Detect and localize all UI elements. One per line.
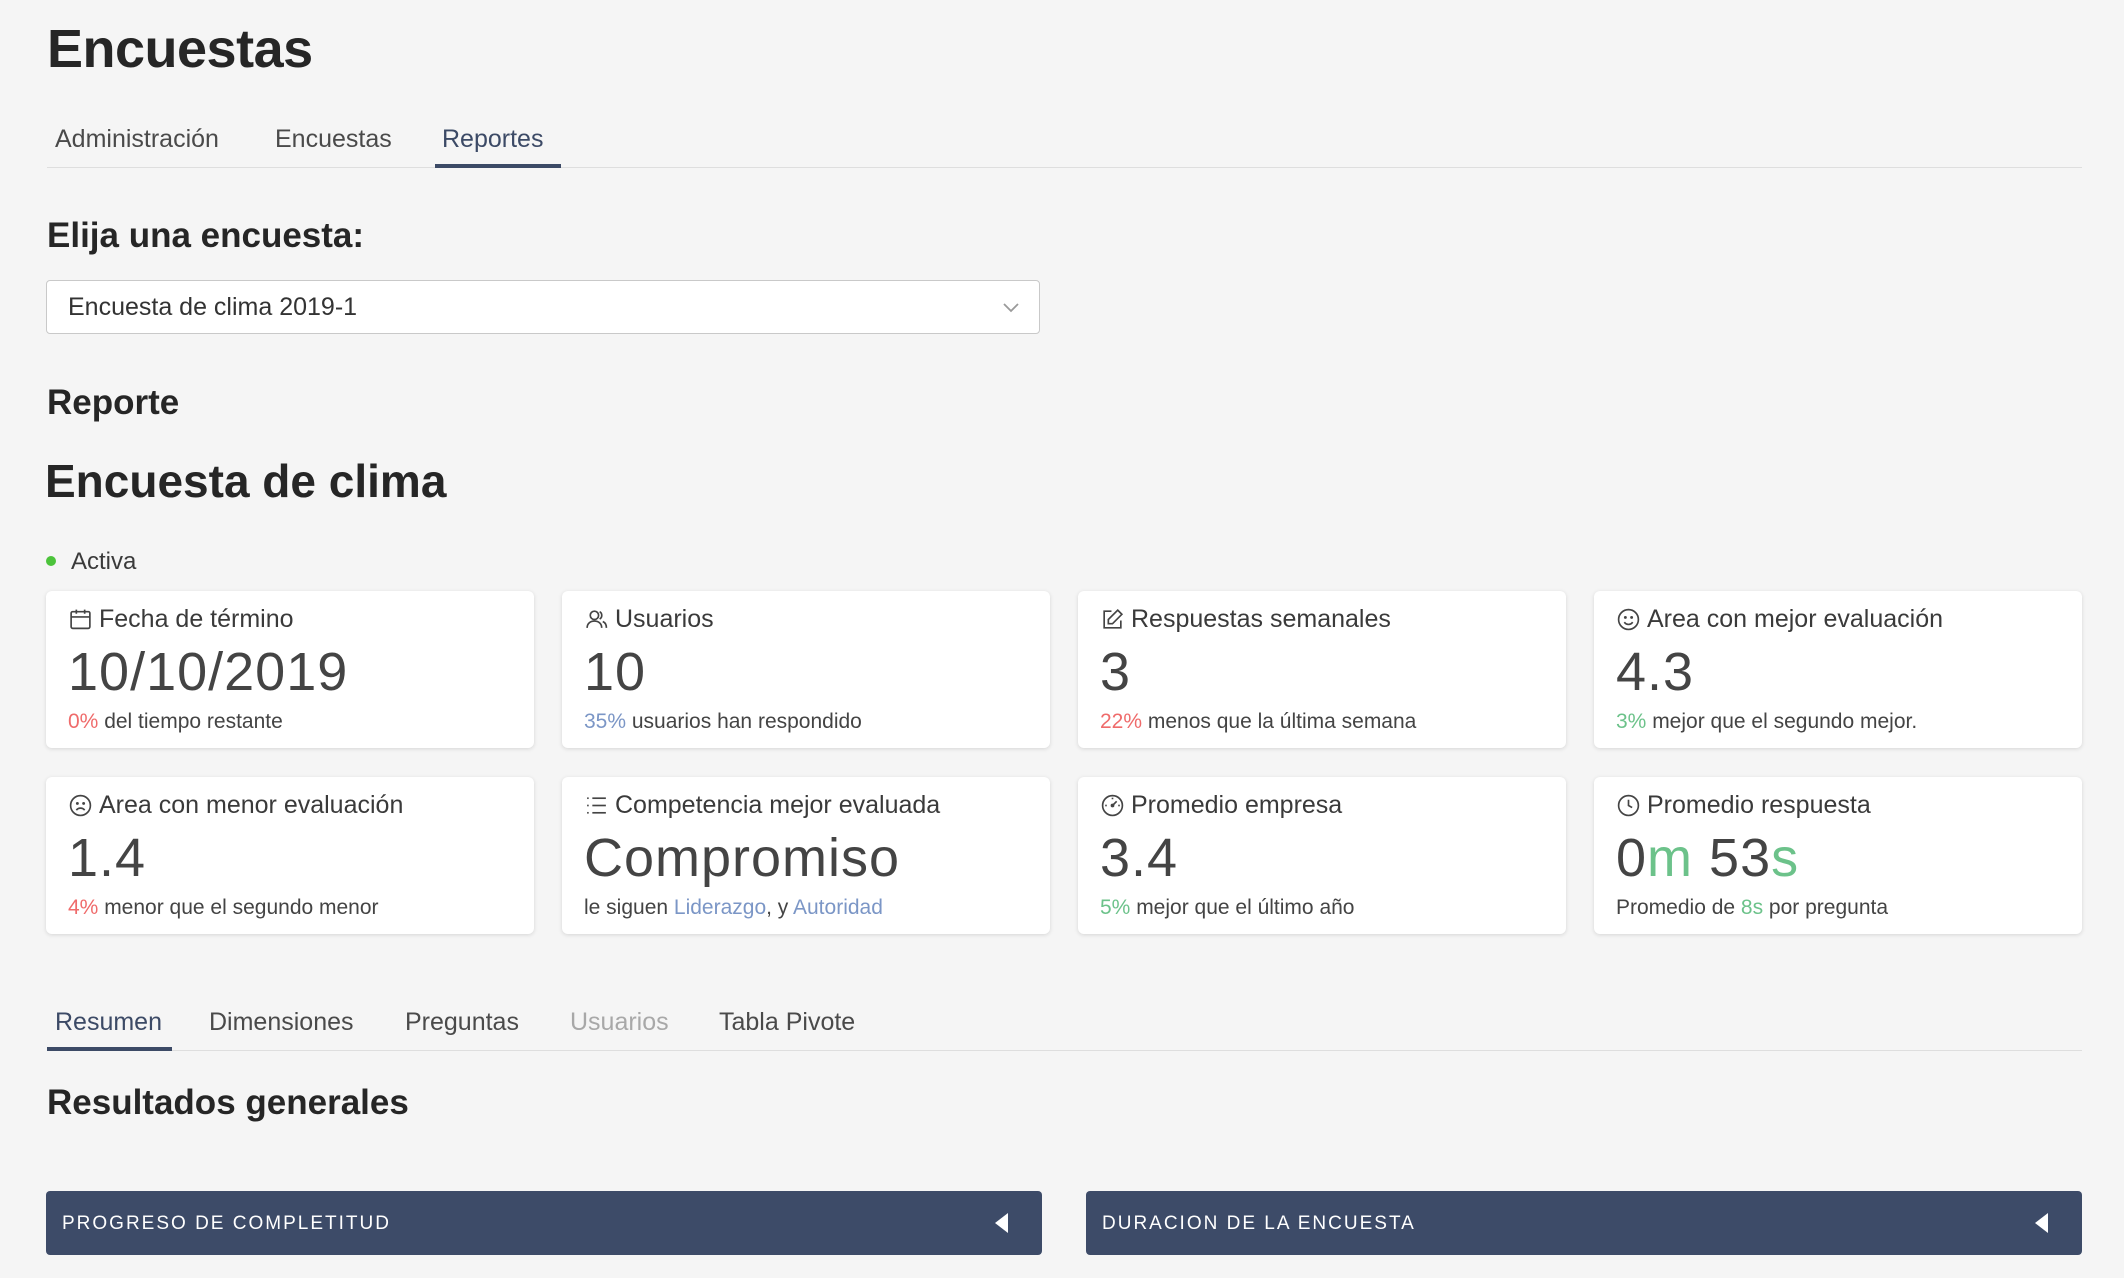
card-value: 3.4 — [1100, 828, 1179, 888]
card-title: Competencia mejor evaluada — [615, 791, 941, 819]
tab-tabla-pivote[interactable]: Tabla Pivote — [711, 1008, 863, 1037]
card-title: Fecha de término — [99, 605, 294, 633]
dashboard-icon — [1101, 794, 1124, 817]
calendar-icon — [70, 609, 91, 630]
card-value: 0m 53s — [1616, 828, 1800, 888]
card-title: Area con mejor evaluación — [1647, 605, 1943, 633]
card-value: 3 — [1100, 642, 1132, 702]
link-liderazgo[interactable]: Liderazgo — [674, 896, 766, 919]
tab-preguntas[interactable]: Preguntas — [397, 1008, 527, 1037]
card-title: Usuarios — [615, 605, 714, 633]
card-footnote: le siguen Liderazgo, y Autoridad — [584, 896, 883, 919]
panel-survey-duration[interactable]: DURACION DE LA ENCUESTA — [1086, 1191, 2082, 1255]
card-users: Usuarios 10 35% usuarios han respondido — [562, 591, 1050, 748]
results-heading: Resultados generales — [47, 1083, 409, 1122]
card-value: Compromiso — [584, 828, 901, 888]
card-value: 10 — [584, 642, 647, 702]
survey-select-label: Elija una encuesta: — [47, 216, 365, 255]
collapse-arrow-icon[interactable] — [2035, 1213, 2048, 1233]
card-footnote: Promedio de 8s por pregunta — [1616, 896, 1889, 919]
smile-icon — [1617, 608, 1640, 631]
card-company-average: Promedio empresa 3.4 5% mejor que el últ… — [1078, 777, 1566, 934]
card-end-date: Fecha de término 10/10/2019 0% del tiemp… — [46, 591, 534, 748]
card-value: 10/10/2019 — [68, 642, 349, 702]
panel-completion-progress[interactable]: PROGRESO DE COMPLETITUD — [46, 1191, 1042, 1255]
card-title: Promedio respuesta — [1647, 791, 1871, 819]
card-footnote: 35% usuarios han respondido — [584, 710, 862, 733]
tab-dimensiones[interactable]: Dimensiones — [201, 1008, 362, 1037]
card-footnote: 3% mejor que el segundo mejor. — [1616, 710, 1918, 733]
survey-select-value: Encuesta de clima 2019-1 — [68, 293, 358, 321]
card-response-average: Promedio respuesta 0m 53s Promedio de 8s… — [1594, 777, 2082, 934]
card-footnote: 4% menor que el segundo menor — [68, 896, 379, 919]
card-weekly-responses: Respuestas semanales 3 22% menos que la … — [1078, 591, 1566, 748]
top-tabs: Administración Encuestas Reportes — [47, 125, 2082, 168]
tab-reportes[interactable]: Reportes — [434, 125, 551, 154]
tab-usuarios[interactable]: Usuarios — [562, 1008, 677, 1037]
card-value: 4.3 — [1616, 642, 1695, 702]
tab-administracion[interactable]: Administración — [47, 125, 227, 154]
page-title: Encuestas — [47, 19, 313, 79]
active-tab-indicator — [47, 1047, 172, 1051]
card-worst-area: Area con menor evaluación 1.4 4% menor q… — [46, 777, 534, 934]
status-text: Activa — [71, 548, 137, 575]
active-tab-indicator — [435, 164, 561, 168]
chevron-down-icon — [1003, 303, 1019, 313]
users-icon — [586, 610, 608, 628]
card-value: 1.4 — [68, 828, 147, 888]
tab-encuestas[interactable]: Encuestas — [267, 125, 400, 154]
status-badge: Activa — [46, 548, 136, 576]
tab-resumen[interactable]: Resumen — [47, 1008, 170, 1037]
panel-title: DURACION DE LA ENCUESTA — [1102, 1213, 1416, 1234]
collapse-arrow-icon[interactable] — [995, 1213, 1008, 1233]
card-best-competency: Competencia mejor evaluada Compromiso le… — [562, 777, 1050, 934]
card-title: Promedio empresa — [1131, 791, 1343, 819]
list-icon — [587, 797, 606, 814]
card-footnote: 22% menos que la última semana — [1100, 710, 1417, 733]
card-title: Area con menor evaluación — [99, 791, 404, 819]
card-footnote: 5% mejor que el último año — [1100, 896, 1355, 919]
survey-name: Encuesta de clima — [45, 455, 447, 507]
edit-icon — [1103, 608, 1124, 629]
survey-select[interactable]: Encuesta de clima 2019-1 — [46, 280, 1040, 334]
frown-icon — [69, 794, 92, 817]
status-dot — [46, 555, 56, 566]
panel-title: PROGRESO DE COMPLETITUD — [62, 1213, 391, 1234]
clock-icon — [1617, 794, 1640, 817]
link-autoridad[interactable]: Autoridad — [793, 896, 883, 919]
report-section-label: Reporte — [47, 383, 180, 422]
card-best-area: Area con mejor evaluación 4.3 3% mejor q… — [1594, 591, 2082, 748]
card-footnote: 0% del tiempo restante — [68, 710, 283, 733]
card-title: Respuestas semanales — [1131, 605, 1391, 633]
report-tabs: Resumen Dimensiones Preguntas Usuarios T… — [47, 1008, 2082, 1051]
